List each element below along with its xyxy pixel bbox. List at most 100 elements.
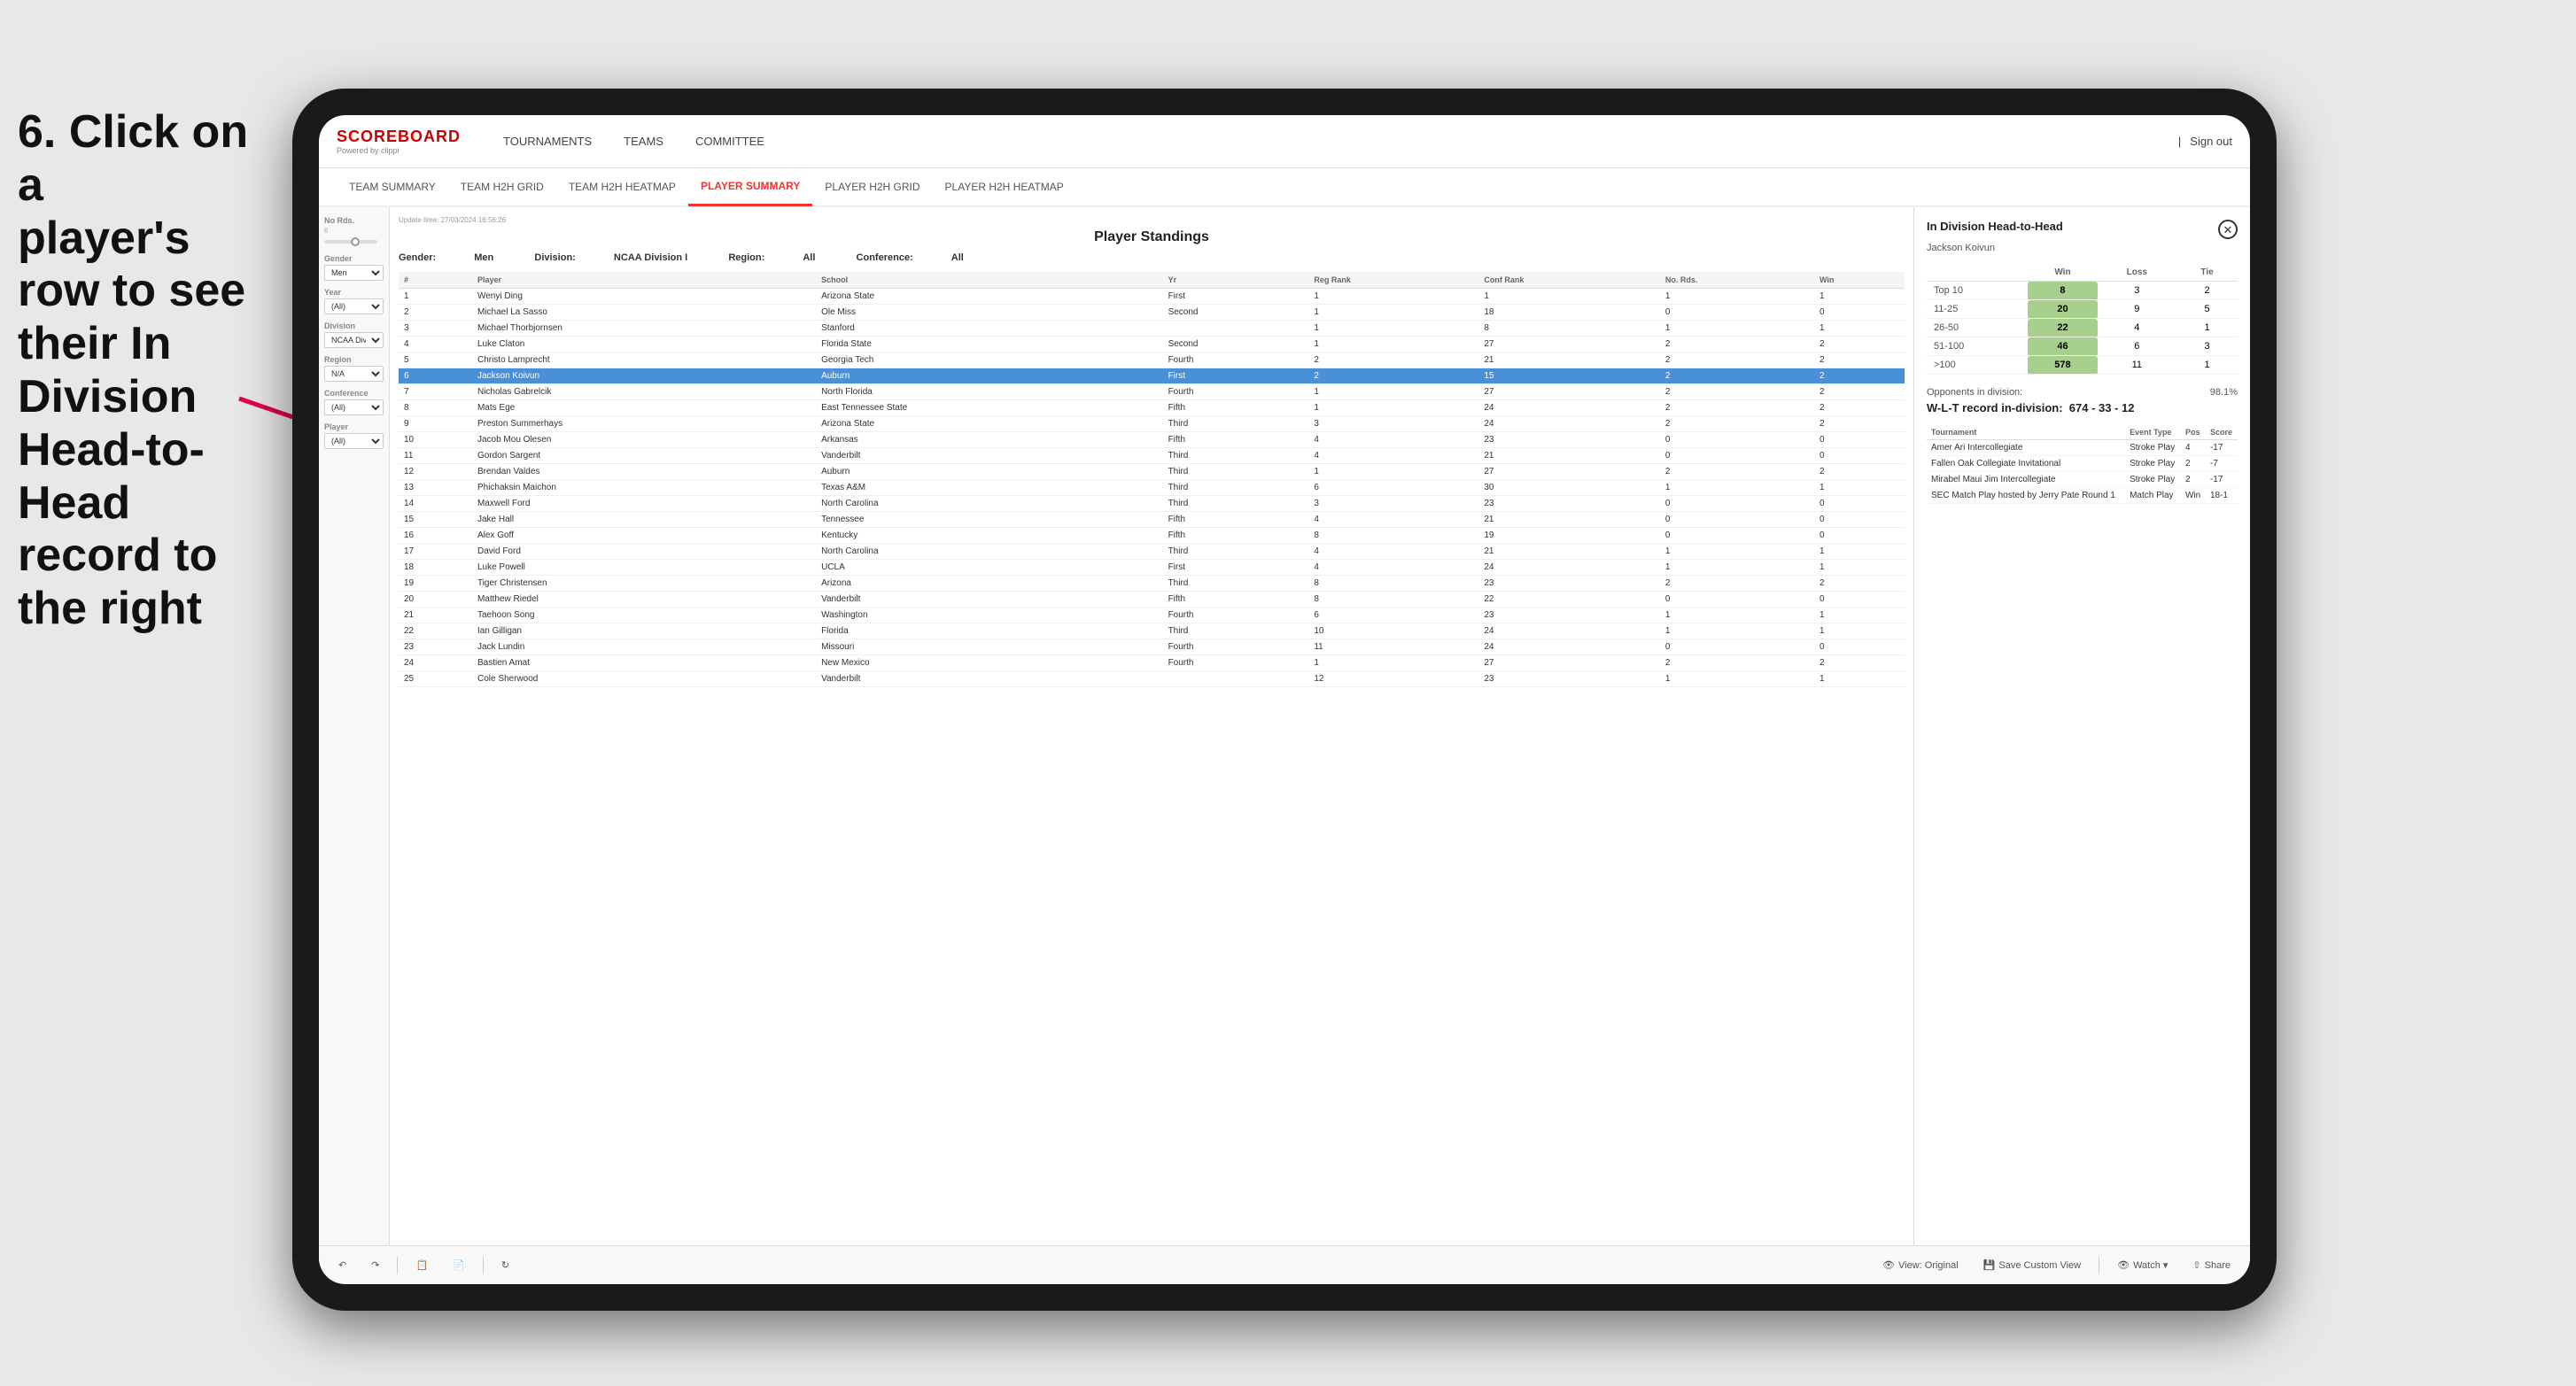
table-row[interactable]: 6 Jackson Koivun Auburn First 2 15 2 2 [399,368,1905,384]
standings-table: # Player School Yr Reg Rank Conf Rank No… [399,272,1905,687]
h2h-row-loss: 9 [2098,300,2177,319]
view-original-btn[interactable]: 👁 View: Original [1875,1256,1966,1274]
table-row[interactable]: 8 Mats Ege East Tennessee State Fifth 1 … [399,400,1905,416]
player-select[interactable]: (All) [324,433,384,449]
row-reg-rank: 3 [1308,496,1478,512]
undo-btn[interactable]: ↶ [331,1256,353,1274]
row-player: Jake Hall [472,512,816,528]
tab-team-h2h-grid[interactable]: TEAM H2H GRID [448,167,556,206]
row-win: 2 [1814,352,1905,368]
gender-label: Gender [324,254,384,263]
row-school: Kentucky [816,528,1163,544]
no-rds-thumb[interactable] [351,237,360,246]
copy-btn[interactable]: 📋 [408,1256,435,1274]
h2h-row-loss: 6 [2098,337,2177,356]
redo-btn[interactable]: ↷ [364,1256,386,1274]
row-reg-rank: 4 [1308,512,1478,528]
region-label: Region [324,355,384,364]
filter-no-rds: No Rds. 6 [324,216,384,247]
row-reg-rank: 8 [1308,576,1478,592]
h2h-row: 26-50 22 4 1 [1927,319,2238,337]
tab-player-h2h-grid[interactable]: PLAYER H2H GRID [812,167,932,206]
table-row[interactable]: 5 Christo Lamprecht Georgia Tech Fourth … [399,352,1905,368]
h2h-row-win: 22 [2028,319,2097,337]
sign-out-link[interactable]: Sign out [2190,135,2232,148]
nav-tournaments[interactable]: TOURNAMENTS [487,115,608,168]
row-conf-rank: 27 [1478,337,1660,352]
paste-btn[interactable]: 📄 [446,1256,472,1274]
row-school: Auburn [816,368,1163,384]
filter-year: Year (All) [324,288,384,314]
table-row[interactable]: 13 Phichaksin Maichon Texas A&M Third 6 … [399,480,1905,496]
table-row[interactable]: 2 Michael La Sasso Ole Miss Second 1 18 … [399,305,1905,321]
row-school: North Carolina [816,544,1163,560]
table-row[interactable]: 19 Tiger Christensen Arizona Third 8 23 … [399,576,1905,592]
t-row-name: Fallen Oak Collegiate Invitational [1927,456,2125,472]
table-row[interactable]: 17 David Ford North Carolina Third 4 21 … [399,544,1905,560]
table-row[interactable]: 9 Preston Summerhays Arizona State Third… [399,416,1905,432]
row-school: Texas A&M [816,480,1163,496]
save-custom-btn[interactable]: 💾 Save Custom View [1976,1256,2088,1274]
row-num: 13 [399,480,472,496]
table-row[interactable]: 15 Jake Hall Tennessee Fifth 4 21 0 0 [399,512,1905,528]
division-select[interactable]: NCAA Division I [324,332,384,348]
row-conf-rank: 18 [1478,305,1660,321]
table-row[interactable]: 7 Nicholas Gabrelcik North Florida Fourt… [399,384,1905,400]
h2h-row-label: >100 [1927,356,2028,375]
watch-btn[interactable]: 👁 Watch ▾ [2110,1256,2175,1274]
table-row[interactable]: 16 Alex Goff Kentucky Fifth 8 19 0 0 [399,528,1905,544]
nav-committee[interactable]: COMMITTEE [679,115,780,168]
table-row[interactable]: 10 Jacob Mou Olesen Arkansas Fifth 4 23 … [399,432,1905,448]
sidebar-filters: No Rds. 6 Gender Men Year (All) [319,207,390,1245]
row-rds: 0 [1660,592,1814,608]
table-row[interactable]: 14 Maxwell Ford North Carolina Third 3 2… [399,496,1905,512]
gender-select[interactable]: Men [324,265,384,281]
table-row[interactable]: 11 Gordon Sargent Vanderbilt Third 4 21 … [399,448,1905,464]
h2h-panel: In Division Head-to-Head ✕ Jackson Koivu… [1913,207,2250,1245]
row-win: 1 [1814,289,1905,305]
share-btn[interactable]: ⇧ Share [2185,1256,2238,1274]
nav-teams[interactable]: TEAMS [608,115,679,168]
sub-nav: TEAM SUMMARY TEAM H2H GRID TEAM H2H HEAT… [319,168,2250,207]
table-row[interactable]: 1 Wenyi Ding Arizona State First 1 1 1 1 [399,289,1905,305]
row-num: 17 [399,544,472,560]
row-win: 1 [1814,544,1905,560]
table-row[interactable]: 23 Jack Lundin Missouri Fourth 11 24 0 0 [399,639,1905,655]
row-yr: Fifth [1163,592,1309,608]
table-row[interactable]: 18 Luke Powell UCLA First 4 24 1 1 [399,560,1905,576]
row-reg-rank: 8 [1308,592,1478,608]
row-conf-rank: 23 [1478,671,1660,687]
tab-player-summary[interactable]: PLAYER SUMMARY [688,167,812,206]
region-select[interactable]: N/A [324,366,384,382]
row-player: Luke Powell [472,560,816,576]
conference-select[interactable]: (All) [324,399,384,415]
row-reg-rank: 6 [1308,480,1478,496]
h2h-row-win: 578 [2028,356,2097,375]
conference-filter-label: Conference: [857,252,913,263]
h2h-row-win: 46 [2028,337,2097,356]
table-row[interactable]: 3 Michael Thorbjornsen Stanford 1 8 1 1 [399,321,1905,337]
tab-player-h2h-heatmap[interactable]: PLAYER H2H HEATMAP [933,167,1076,206]
table-row[interactable]: 21 Taehoon Song Washington Fourth 6 23 1… [399,608,1905,623]
table-row[interactable]: 4 Luke Claton Florida State Second 1 27 … [399,337,1905,352]
year-select[interactable]: (All) [324,298,384,314]
row-num: 23 [399,639,472,655]
table-row[interactable]: 22 Ian Gilligan Florida Third 10 24 1 1 [399,623,1905,639]
row-player: Matthew Riedel [472,592,816,608]
conference-filter-value: All [951,252,964,263]
division-filter-label: Division: [534,252,575,263]
row-conf-rank: 15 [1478,368,1660,384]
table-row[interactable]: 25 Cole Sherwood Vanderbilt 12 23 1 1 [399,671,1905,687]
refresh-btn[interactable]: ↻ [494,1256,516,1274]
tab-team-summary[interactable]: TEAM SUMMARY [337,167,448,206]
no-rds-slider[interactable] [324,240,377,244]
row-yr: First [1163,368,1309,384]
row-reg-rank: 12 [1308,671,1478,687]
tab-team-h2h-heatmap[interactable]: TEAM H2H HEATMAP [556,167,688,206]
row-player: Ian Gilligan [472,623,816,639]
table-row[interactable]: 12 Brendan Valdes Auburn Third 1 27 2 2 [399,464,1905,480]
h2h-col-loss: Loss [2098,264,2177,282]
table-row[interactable]: 20 Matthew Riedel Vanderbilt Fifth 8 22 … [399,592,1905,608]
table-row[interactable]: 24 Bastien Amat New Mexico Fourth 1 27 2… [399,655,1905,671]
close-button[interactable]: ✕ [2218,220,2238,239]
